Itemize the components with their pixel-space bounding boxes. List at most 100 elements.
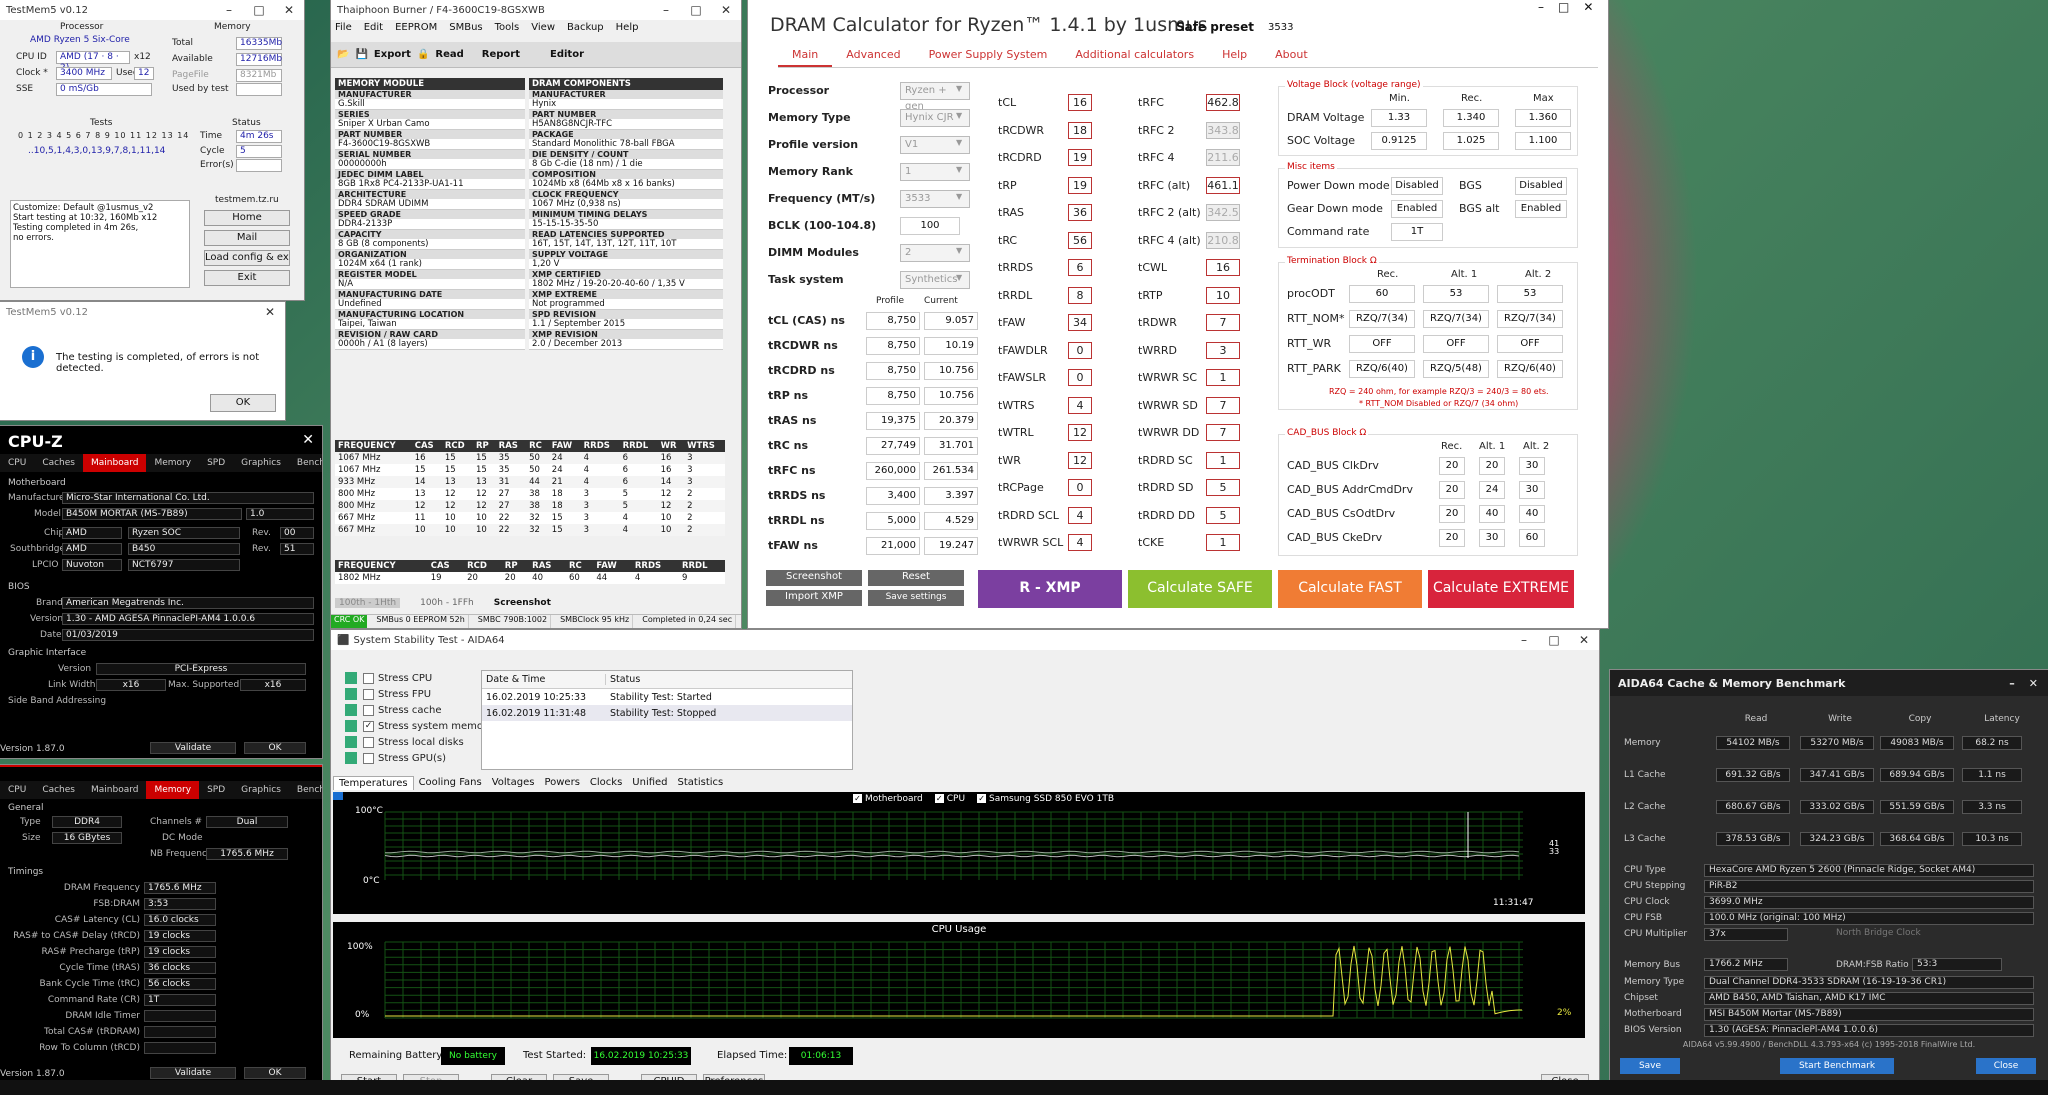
menu-backup[interactable]: Backup (567, 22, 604, 33)
bclk-input[interactable]: 100 (900, 217, 960, 235)
stress-option[interactable]: Stress GPU(s) (345, 752, 446, 764)
checkbox[interactable] (363, 704, 374, 716)
log-row[interactable]: 16.02.2019 11:31:48 Stability Test: Stopp… (482, 705, 852, 721)
maximize-button[interactable]: □ (1558, 0, 1569, 14)
timing-value: 462.8 (1206, 94, 1240, 111)
export-button[interactable]: Export (374, 49, 411, 60)
tab-advanced[interactable]: Advanced (832, 44, 914, 67)
screenshot-tab[interactable]: Screenshot (494, 598, 551, 608)
minimize-button[interactable]: – (2009, 677, 2015, 690)
menu-view[interactable]: View (531, 22, 555, 33)
tab-cpu[interactable]: CPU (0, 454, 34, 472)
open-icon[interactable]: 📂 (337, 49, 349, 60)
exit-button[interactable]: Exit (204, 270, 290, 286)
close-button[interactable]: ✕ (1583, 0, 1593, 14)
checkbox[interactable] (363, 672, 374, 684)
tab-memory[interactable]: Memory (146, 781, 200, 799)
close-button[interactable]: ✕ (1569, 633, 1599, 647)
menu-file[interactable]: File (335, 22, 352, 33)
menu-help[interactable]: Help (616, 22, 639, 33)
maximize-button[interactable]: □ (244, 3, 274, 17)
tab-graphics[interactable]: Graphics (233, 781, 289, 799)
close-button-bottom[interactable]: Close (1976, 1058, 2036, 1074)
r-xmp-button[interactable]: R - XMP (978, 570, 1122, 608)
mail-button[interactable]: Mail (204, 230, 290, 246)
menu-edit[interactable]: Edit (364, 22, 383, 33)
report-button[interactable]: Report (482, 49, 520, 60)
minimize-button[interactable]: – (1509, 633, 1539, 647)
tab-bench[interactable]: Bench (289, 781, 322, 799)
ok-button[interactable]: OK (244, 742, 306, 754)
stress-option[interactable]: Stress CPU (345, 672, 432, 684)
north-bridge-clock-label: North Bridge Clock (1836, 928, 1921, 938)
tab-temperatures[interactable]: Temperatures (333, 776, 414, 790)
stress-option[interactable]: ✓ Stress system memory (345, 720, 493, 732)
validate-button[interactable]: Validate (150, 742, 236, 754)
read-button[interactable]: Read (435, 49, 463, 60)
chipset-rev-label: Rev. (252, 528, 271, 538)
checkbox[interactable] (363, 736, 374, 748)
tab-graphics[interactable]: Graphics (233, 454, 289, 472)
tab-about[interactable]: About (1261, 44, 1322, 67)
tab-powers[interactable]: Powers (539, 776, 584, 790)
stress-option[interactable]: Stress local disks (345, 736, 464, 748)
tab-caches[interactable]: Caches (34, 454, 83, 472)
minimize-button[interactable]: – (1538, 0, 1544, 14)
stress-option[interactable]: Stress FPU (345, 688, 431, 700)
ok-button[interactable]: OK (244, 1067, 306, 1079)
start-benchmark-button[interactable]: Start Benchmark (1780, 1058, 1894, 1074)
reset-button[interactable]: Reset (868, 570, 964, 586)
tab-bench[interactable]: Bench (289, 454, 322, 472)
tab-memory[interactable]: Memory (146, 454, 199, 472)
tab-main[interactable]: Main (778, 44, 833, 67)
menu-smbus[interactable]: SMBus (449, 22, 482, 33)
save-settings-button[interactable]: Save settings (868, 590, 964, 606)
site-link[interactable]: testmem.tz.ru (215, 195, 279, 205)
tab-unified[interactable]: Unified (627, 776, 672, 790)
tab-voltages[interactable]: Voltages (487, 776, 540, 790)
load-config-exit-button[interactable]: Load config & exit (204, 250, 290, 266)
dialog-close-button[interactable]: ✕ (255, 305, 285, 319)
menu-tools[interactable]: Tools (495, 22, 520, 33)
tab-help[interactable]: Help (1208, 44, 1261, 67)
save-button[interactable]: Save (1620, 1058, 1680, 1074)
calculate-safe-button[interactable]: Calculate SAFE (1128, 570, 1272, 608)
tab-cpu[interactable]: CPU (0, 781, 34, 799)
home-button[interactable]: Home (204, 210, 290, 226)
tab-power-supply-system[interactable]: Power Supply System (915, 44, 1062, 67)
maximize-button[interactable]: □ (681, 3, 711, 17)
lock-icon[interactable]: 🔒 (417, 49, 429, 60)
validate-button[interactable]: Validate (150, 1067, 236, 1079)
minimize-button[interactable]: – (214, 3, 244, 17)
checkbox[interactable] (363, 688, 374, 700)
close-button[interactable]: ✕ (2029, 677, 2038, 690)
tab-clocks[interactable]: Clocks (585, 776, 627, 790)
calculate-fast-button[interactable]: Calculate FAST (1278, 570, 1422, 608)
tab-mainboard[interactable]: Mainboard (83, 454, 147, 472)
log-row[interactable]: 16.02.2019 10:25:33 Stability Test: Start… (482, 689, 852, 705)
screenshot-button[interactable]: Screenshot (766, 570, 862, 586)
tab-additional-calculators[interactable]: Additional calculators (1061, 44, 1208, 67)
close-button[interactable]: ✕ (711, 3, 741, 17)
dialog-ok-button[interactable]: OK (210, 394, 276, 412)
checkbox[interactable] (363, 752, 374, 764)
editor-button[interactable]: Editor (550, 49, 584, 60)
save-icon[interactable]: 💾 (355, 49, 367, 60)
close-button[interactable]: ✕ (302, 432, 314, 448)
stress-option[interactable]: Stress cache (345, 704, 442, 716)
menu-eeprom[interactable]: EEPROM (395, 22, 437, 33)
tab-mainboard[interactable]: Mainboard (83, 781, 146, 799)
minimize-button[interactable]: – (651, 3, 681, 17)
tab-caches[interactable]: Caches (34, 781, 83, 799)
tab-spd[interactable]: SPD (199, 454, 233, 472)
tab-cooling-fans[interactable]: Cooling Fans (414, 776, 487, 790)
calculate-extreme-button[interactable]: Calculate EXTREME (1428, 570, 1574, 608)
footer-tab-2[interactable]: 100h - 1FFh (420, 598, 474, 608)
footer-tab-1[interactable]: 100th - 1Hth (335, 598, 401, 608)
tab-spd[interactable]: SPD (199, 781, 233, 799)
import-xmp-button[interactable]: Import XMP (766, 590, 862, 606)
checkbox[interactable]: ✓ (363, 720, 374, 732)
close-button[interactable]: ✕ (274, 3, 304, 17)
maximize-button[interactable]: □ (1539, 633, 1569, 647)
tab-statistics[interactable]: Statistics (673, 776, 729, 790)
